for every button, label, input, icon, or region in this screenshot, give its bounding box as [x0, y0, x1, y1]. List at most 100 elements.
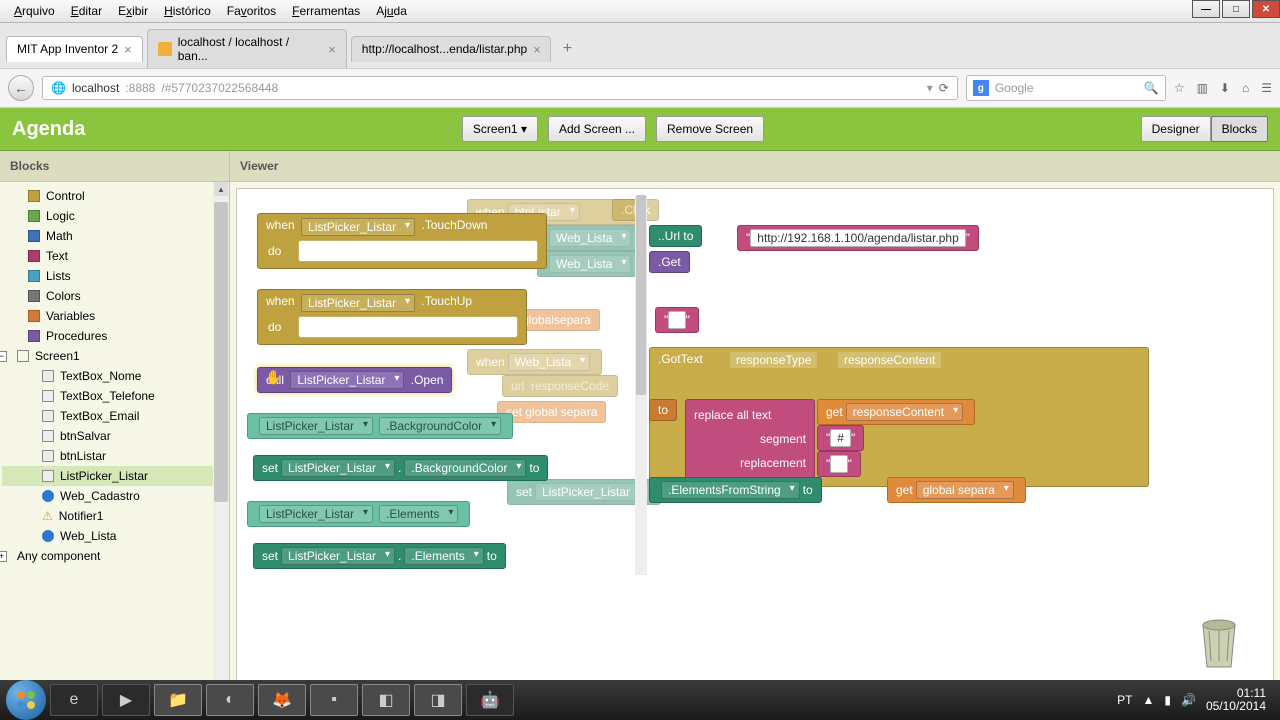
search-box[interactable]: g Google 🔍	[966, 75, 1166, 101]
block-get-bgcolor[interactable]: ListPicker_Listar .BackgroundColor	[247, 413, 513, 439]
tree-item-component[interactable]: ⚠Notifier1	[2, 506, 227, 526]
block-text-blank2[interactable]: " "	[817, 451, 861, 477]
menu-arquivo[interactable]: AArquivorquivo	[8, 2, 61, 20]
block-call-open[interactable]: call ListPicker_Listar .Open	[257, 367, 452, 393]
flyout-scrollbar[interactable]	[635, 195, 647, 575]
tree-item-component[interactable]: TextBox_Nome	[2, 366, 227, 386]
block-to[interactable]: to	[649, 399, 677, 421]
scrollbar[interactable]: ▲ ▼	[213, 182, 229, 708]
tree-item-logic[interactable]: Logic	[2, 206, 227, 226]
tree-item-procedures[interactable]: Procedures	[2, 326, 227, 346]
block-faded[interactable]: Web_Lista	[537, 225, 643, 251]
block-get-elements[interactable]: ListPicker_Listar .Elements	[247, 501, 470, 527]
menu-exibir[interactable]: Exibir	[112, 2, 154, 20]
tray-lang[interactable]: PT	[1117, 693, 1132, 707]
menu-favoritos[interactable]: Favoritos	[221, 2, 282, 20]
taskbar-media-icon[interactable]: ▶	[102, 684, 150, 716]
block-get-global[interactable]: get global separa	[887, 477, 1026, 503]
block-text-url[interactable]: " http://192.168.1.100/agenda/listar.php…	[737, 225, 979, 251]
tree-item-control[interactable]: Control	[2, 186, 227, 206]
taskbar-android-icon[interactable]: 🤖	[466, 684, 514, 716]
blocks-canvas[interactable]: when btnListar .Click Web_Lista Web_List…	[236, 188, 1274, 702]
tray-flag-icon[interactable]: ▲	[1142, 693, 1154, 707]
taskbar-firefox-icon[interactable]: 🦊	[258, 684, 306, 716]
window-minimize[interactable]: —	[1192, 0, 1220, 18]
block-when-touchup[interactable]: when ListPicker_Listar .TouchUp do	[257, 289, 527, 345]
taskbar-cmd-icon[interactable]: ▪	[310, 684, 358, 716]
menu-icon[interactable]: ☰	[1261, 81, 1272, 95]
close-tab-icon[interactable]: ×	[124, 42, 132, 57]
tree-item-component[interactable]: btnSalvar	[2, 426, 227, 446]
tree-item-selected[interactable]: ListPicker_Listar	[2, 466, 227, 486]
add-screen-button[interactable]: Add Screen ...	[548, 116, 646, 142]
tray-clock[interactable]: 01:1105/10/2014	[1206, 687, 1266, 713]
block-text-blank[interactable]: " "	[655, 307, 699, 333]
back-button[interactable]: ←	[8, 75, 34, 101]
browser-tab[interactable]: localhost / localhost / ban... ×	[147, 29, 347, 68]
bookmark-icon[interactable]: ☆	[1174, 81, 1185, 95]
block-faded[interactable]: Web_Lista	[537, 251, 643, 277]
block-slot[interactable]	[298, 240, 538, 262]
new-tab-button[interactable]: +	[555, 36, 580, 62]
blocks-button[interactable]: Blocks	[1211, 116, 1268, 142]
search-icon[interactable]: 🔍	[1144, 81, 1159, 95]
block-replace-all[interactable]: replace all text segment replacement	[685, 399, 815, 479]
block-set-bgcolor[interactable]: set ListPicker_Listar . .BackgroundColor…	[253, 455, 548, 481]
block-slot[interactable]	[298, 316, 518, 338]
menu-ajuda[interactable]: Ajuda	[370, 2, 413, 20]
browser-tab-active[interactable]: MIT App Inventor 2 ×	[6, 36, 143, 62]
close-tab-icon[interactable]: ×	[328, 42, 336, 57]
browser-tab[interactable]: http://localhost...enda/listar.php ×	[351, 36, 551, 62]
block-when-touchdown[interactable]: when ListPicker_Listar .TouchDown do	[257, 213, 547, 269]
scroll-thumb[interactable]	[636, 195, 646, 395]
block-text-hash[interactable]: " # "	[817, 425, 864, 451]
tree-item-component[interactable]: btnListar	[2, 446, 227, 466]
taskbar-app-icon[interactable]: ◧	[362, 684, 410, 716]
expand-icon[interactable]: +	[0, 551, 7, 562]
start-button[interactable]	[6, 680, 46, 720]
taskbar-explorer-icon[interactable]: 📁	[154, 684, 202, 716]
tree-item-component[interactable]: Web_Lista	[2, 526, 227, 546]
library-icon[interactable]: ▥	[1197, 81, 1208, 95]
tree-item-screen[interactable]: −Screen1	[2, 346, 227, 366]
tree-item-component[interactable]: Web_Cadastro	[2, 486, 227, 506]
menu-editar[interactable]: Editar	[65, 2, 108, 20]
reload-icon[interactable]: ⟳	[939, 81, 949, 95]
block-faded[interactable]: url responseCode	[502, 375, 618, 397]
scroll-up-icon[interactable]: ▲	[214, 182, 228, 196]
block-faded[interactable]: set global separa	[497, 401, 606, 423]
collapse-icon[interactable]: −	[0, 351, 7, 362]
tree-item-any[interactable]: +Any component	[2, 546, 227, 566]
tree-item-component[interactable]: TextBox_Email	[2, 406, 227, 426]
download-icon[interactable]: ⬇	[1220, 81, 1230, 95]
tray-net-icon[interactable]: ▮	[1164, 693, 1171, 707]
taskbar-app2-icon[interactable]: ◨	[414, 684, 462, 716]
block-call-get[interactable]: .Get	[649, 251, 690, 273]
screen-selector[interactable]: Screen1 ▾	[462, 116, 538, 142]
tree-item-colors[interactable]: Colors	[2, 286, 227, 306]
trash-icon[interactable]	[1195, 611, 1243, 671]
tray-vol-icon[interactable]: 🔊	[1181, 693, 1196, 707]
tree-item-component[interactable]: TextBox_Telefone	[2, 386, 227, 406]
scroll-thumb[interactable]	[214, 202, 228, 502]
address-bar[interactable]: 🌐 localhost:8888/#5770237022568448 ▾ ⟳	[42, 76, 958, 100]
tree-item-variables[interactable]: Variables	[2, 306, 227, 326]
tree-item-math[interactable]: Math	[2, 226, 227, 246]
menu-ferramentas[interactable]: Ferramentas	[286, 2, 366, 20]
block-set-elements[interactable]: set ListPicker_Listar . .Elements to	[253, 543, 506, 569]
window-maximize[interactable]: □	[1222, 0, 1250, 18]
tree-item-text[interactable]: Text	[2, 246, 227, 266]
block-set-url[interactable]: ..Url to	[649, 225, 702, 247]
block-faded[interactable]: when Web_Lista	[467, 349, 602, 375]
taskbar-ie-icon[interactable]: e	[50, 684, 98, 716]
remove-screen-button[interactable]: Remove Screen	[656, 116, 764, 142]
window-close[interactable]: ✕	[1252, 0, 1280, 18]
block-get-respcontent[interactable]: get responseContent	[817, 399, 975, 425]
taskbar-chrome-icon[interactable]: ◐	[206, 684, 254, 716]
designer-button[interactable]: Designer	[1141, 116, 1211, 142]
close-tab-icon[interactable]: ×	[533, 42, 541, 57]
block-efs[interactable]: .ElementsFromString to	[649, 477, 822, 503]
home-icon[interactable]: ⌂	[1242, 81, 1249, 95]
tree-item-lists[interactable]: Lists	[2, 266, 227, 286]
menu-historico[interactable]: Histórico	[158, 2, 217, 20]
